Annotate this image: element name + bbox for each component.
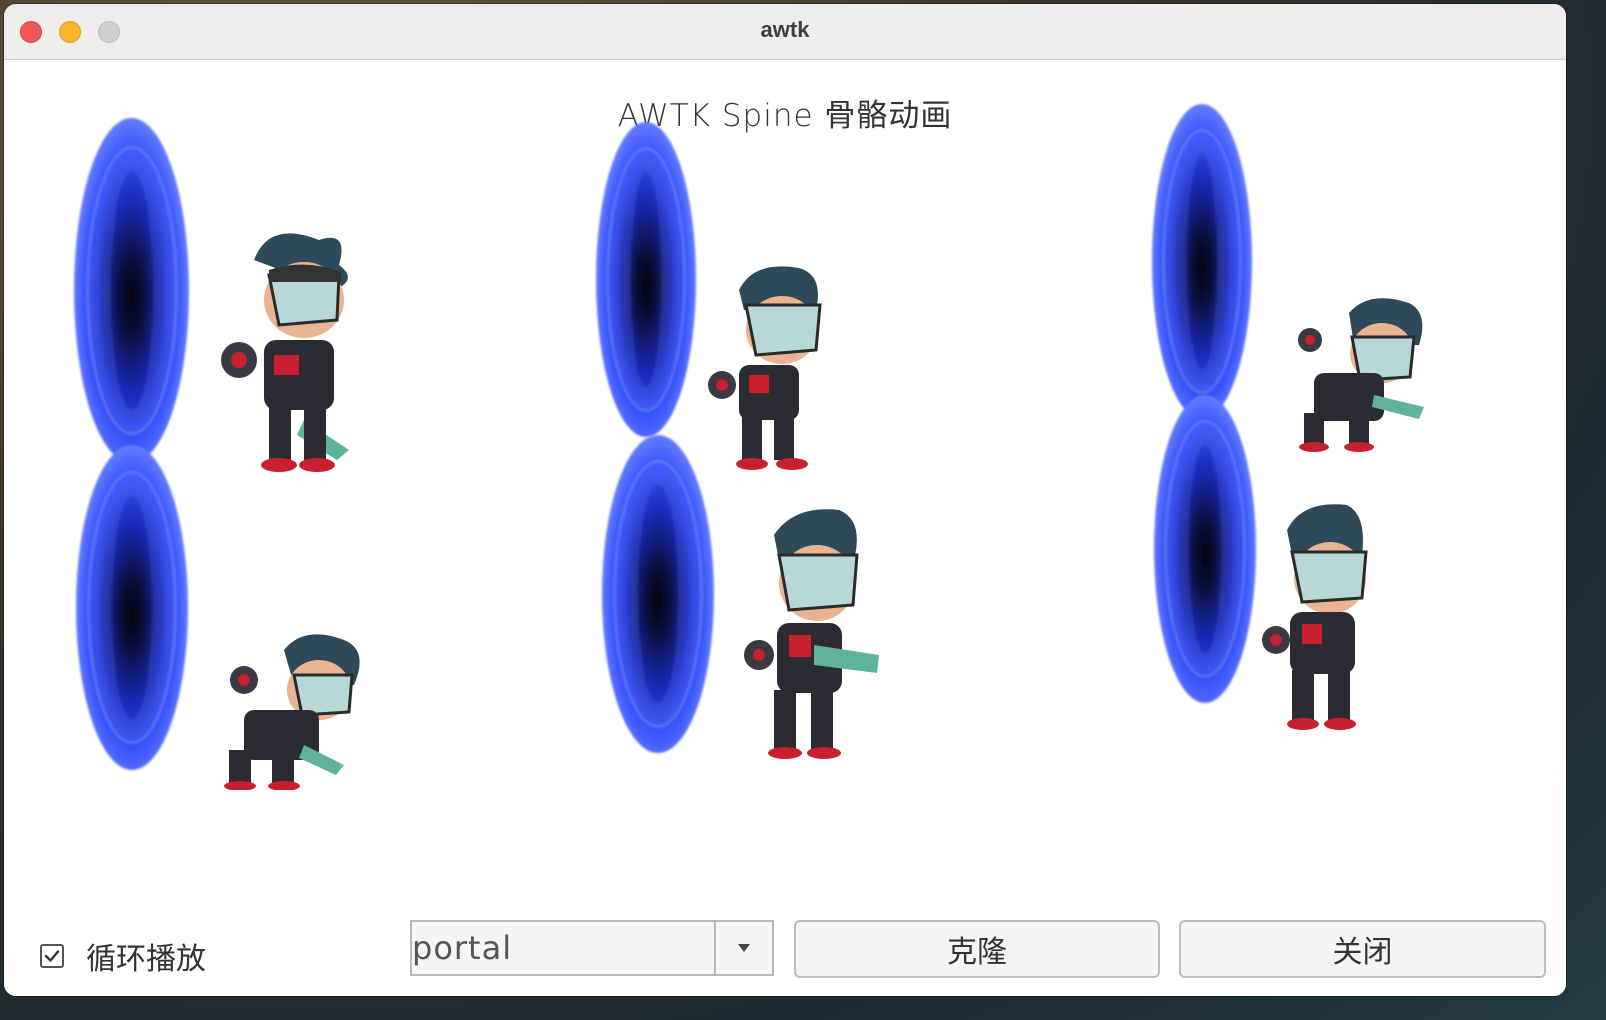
spine-hero-character	[209, 220, 369, 475]
title-bar[interactable]: awtk	[4, 4, 1566, 60]
app-window: awtk AWTK Spine 骨骼动画 循环播放 portal 克隆 关闭	[4, 4, 1566, 996]
chevron-down-icon	[738, 944, 750, 952]
spine-hero-character	[704, 260, 829, 470]
check-icon	[44, 950, 60, 962]
spine-hero-character	[1294, 295, 1429, 455]
portal-animation	[1152, 104, 1252, 419]
loop-checkbox[interactable]: 循环播放	[40, 932, 206, 980]
close-button[interactable]: 关闭	[1179, 920, 1546, 978]
clone-button[interactable]: 克隆	[794, 920, 1160, 978]
bottom-controls: 循环播放 portal 克隆 关闭	[4, 920, 1566, 996]
window-title: awtk	[760, 17, 810, 42]
animation-select-value[interactable]: portal	[412, 922, 714, 974]
portal-animation	[74, 118, 189, 463]
page-title: AWTK Spine 骨骼动画	[617, 98, 953, 134]
hero-figure-icon	[708, 266, 822, 470]
hero-figure-icon	[224, 634, 360, 790]
portal-animation	[596, 122, 696, 437]
checkbox-box[interactable]	[40, 944, 64, 968]
dropdown-arrow[interactable]	[714, 922, 772, 974]
loop-checkbox-label: 循环播放	[86, 942, 206, 977]
hero-figure-icon	[744, 509, 879, 759]
spine-hero-character	[214, 630, 369, 790]
hero-figure-icon	[1298, 298, 1424, 452]
spine-canvas: AWTK Spine 骨骼动画 循环播放 portal 克隆 关闭	[4, 60, 1566, 996]
hero-figure-icon	[221, 233, 349, 472]
portal-animation	[76, 445, 188, 770]
portal-animation	[602, 435, 714, 753]
spine-hero-character	[739, 505, 884, 760]
portal-animation	[1154, 395, 1256, 703]
hero-figure-icon	[1262, 504, 1368, 730]
spine-hero-character	[1262, 500, 1377, 730]
animation-select[interactable]: portal	[410, 920, 774, 976]
